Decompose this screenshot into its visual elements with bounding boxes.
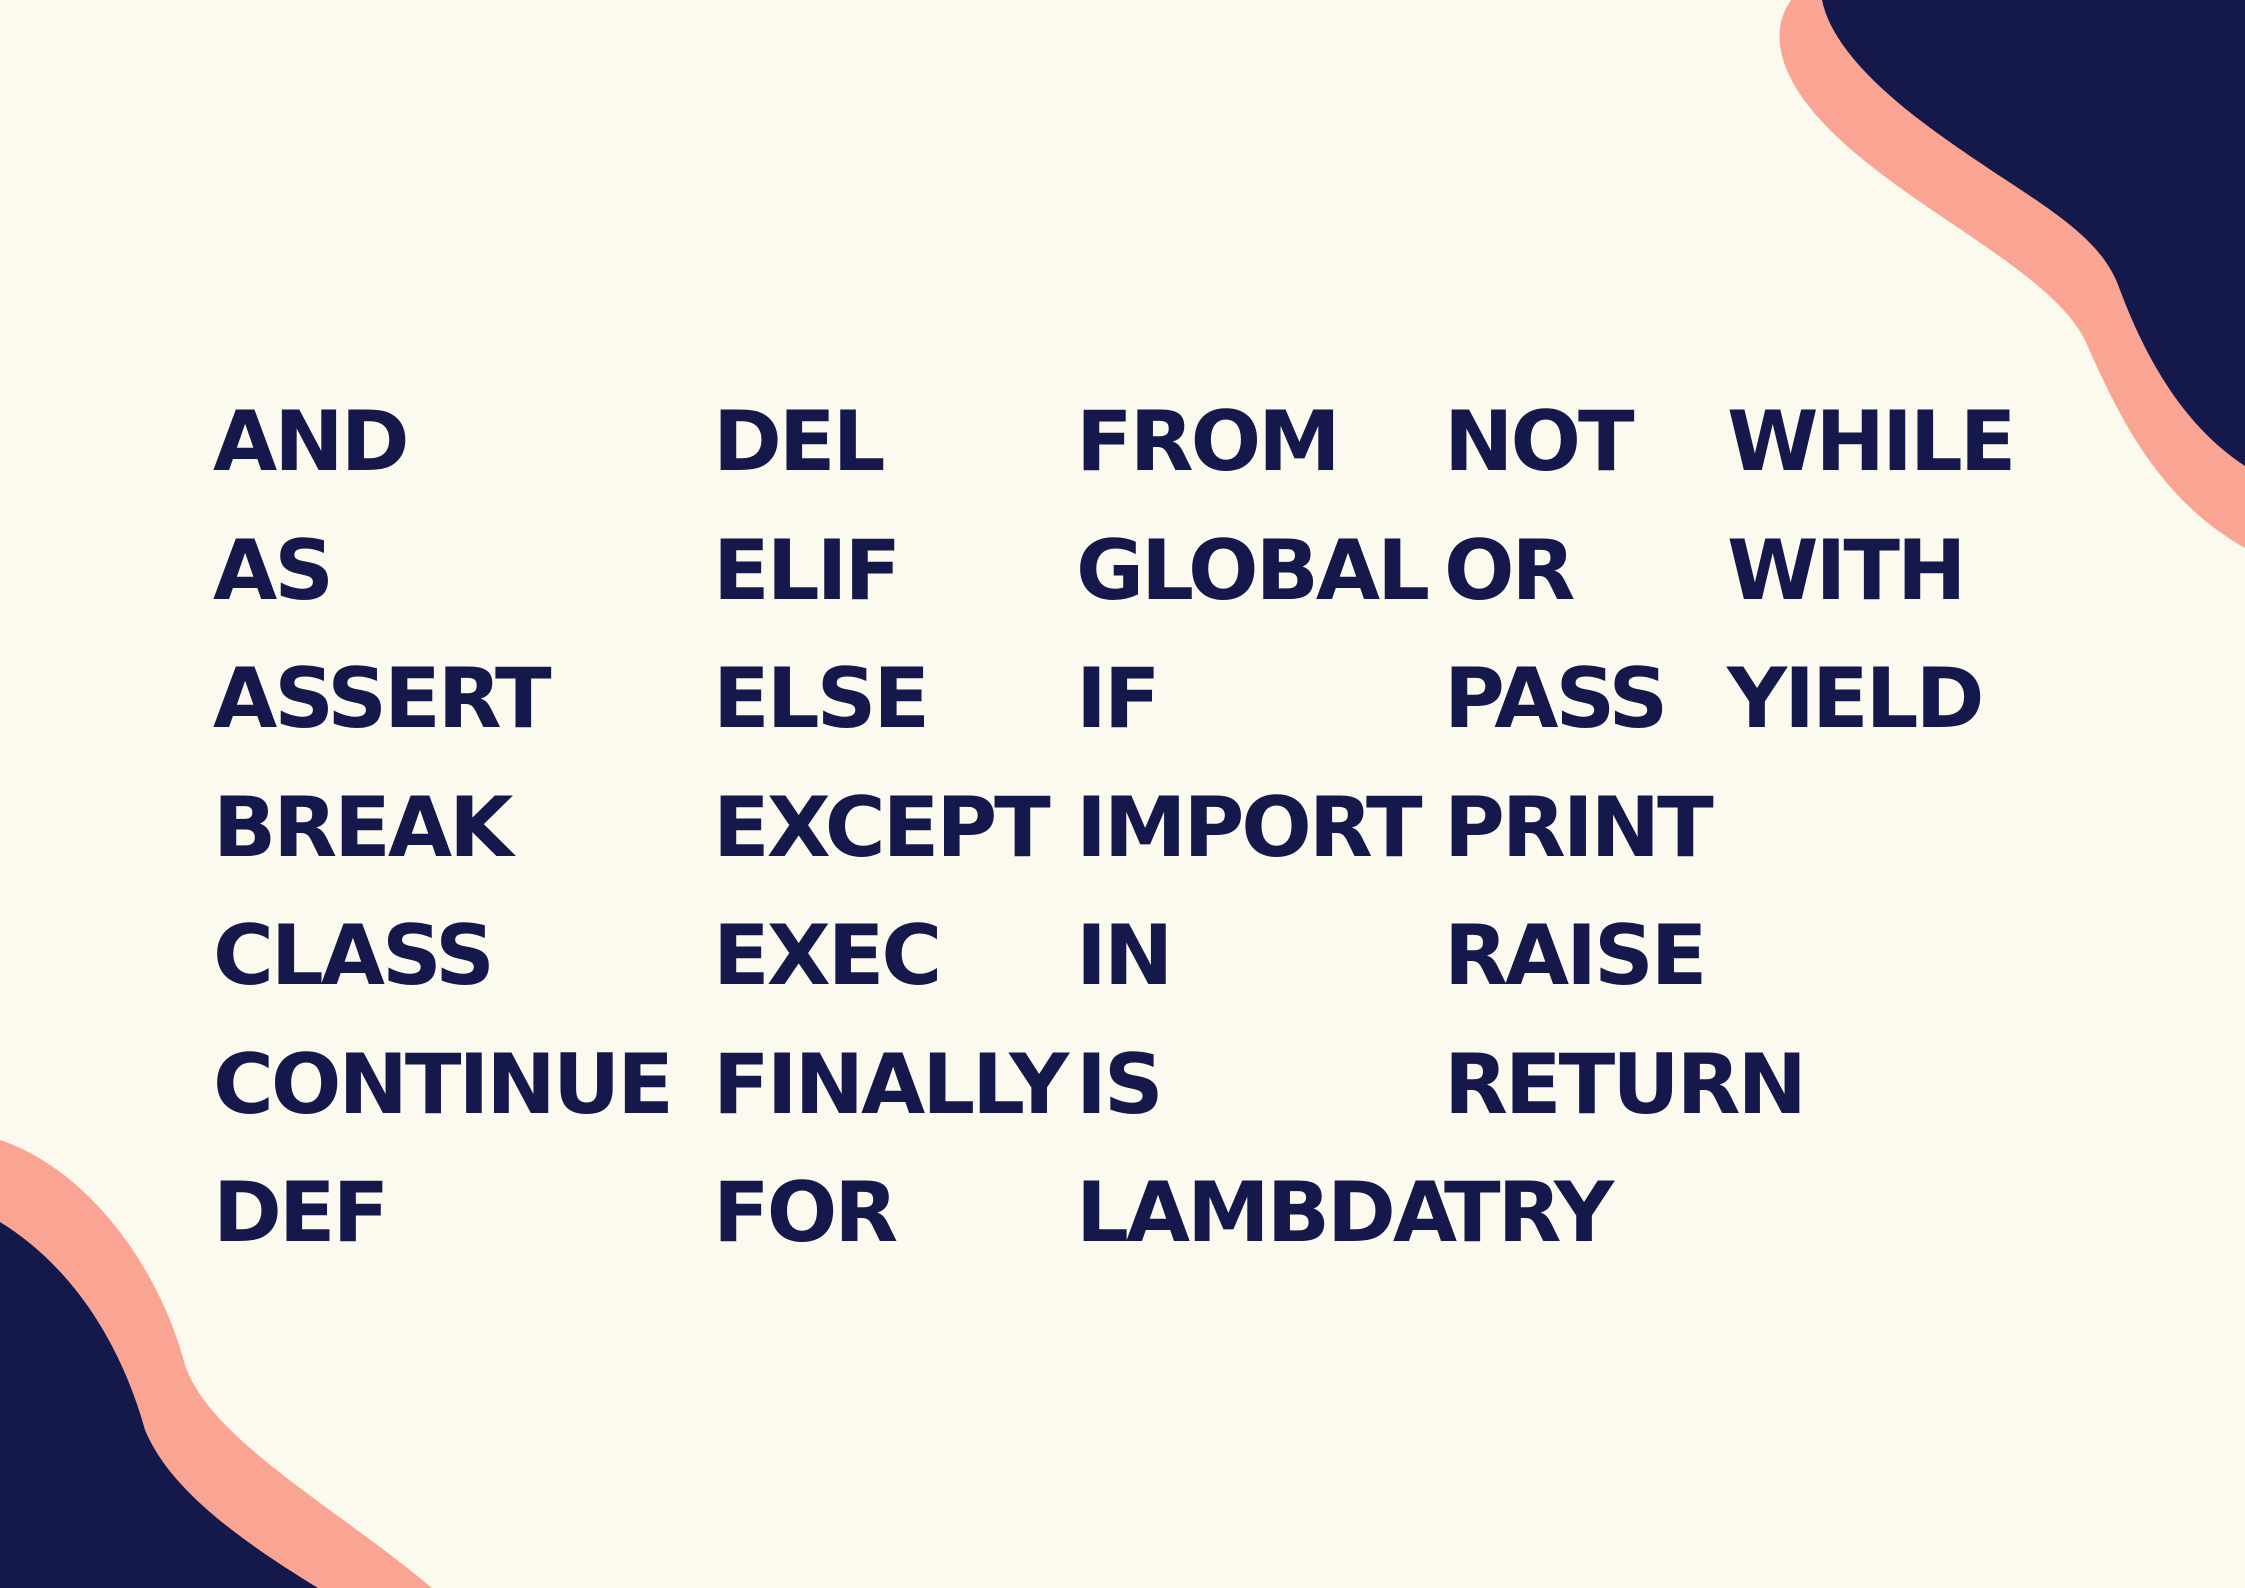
keyword: IN — [1076, 907, 1173, 1004]
keyword: YIELD — [1727, 650, 1984, 747]
keyword-column-5: WHILE WITH YIELD — [1727, 393, 2016, 784]
keyword: ELIF — [713, 521, 901, 619]
keyword: IF — [1076, 650, 1161, 747]
keyword: AS — [213, 521, 334, 619]
keyword: TRY — [1444, 1164, 1614, 1261]
keyword-column-2: DEL ELIF ELSE EXCEPT EXEC FINALLY FOR — [713, 393, 1069, 1298]
keyword: AND — [213, 393, 410, 490]
keyword: IMPORT — [1076, 778, 1423, 876]
keyword: GLOBAL — [1076, 521, 1430, 619]
keyword-column-1: AND AS ASSERT BREAK CLASS CONTINUE DEF — [213, 393, 674, 1298]
keyword: PRINT — [1444, 778, 1714, 876]
keyword: EXEC — [713, 907, 942, 1004]
keyword: RETURN — [1444, 1035, 1807, 1133]
keyword: FROM — [1076, 393, 1341, 490]
keyword: WHILE — [1727, 393, 2016, 490]
keyword: CONTINUE — [213, 1035, 674, 1133]
keyword: BREAK — [213, 778, 513, 876]
keyword-column-3: FROM GLOBAL IF IMPORT IN IS LAMBDA — [1076, 393, 1457, 1298]
keyword: ELSE — [713, 650, 930, 747]
keyword: FOR — [713, 1164, 898, 1261]
keyword: RAISE — [1444, 907, 1708, 1004]
keyword: IS — [1076, 1035, 1164, 1133]
keyword: LAMBDA — [1076, 1164, 1457, 1261]
keyword: FINALLY — [713, 1035, 1069, 1133]
keyword: ASSERT — [213, 650, 552, 747]
keyword: DEL — [713, 393, 885, 490]
python-keywords-grid: AND AS ASSERT BREAK CLASS CONTINUE DEF D… — [0, 0, 2245, 1588]
keyword: EXCEPT — [713, 778, 1051, 876]
keyword: WITH — [1727, 521, 1967, 619]
keyword: CLASS — [213, 907, 495, 1004]
keyword: DEF — [213, 1164, 389, 1261]
